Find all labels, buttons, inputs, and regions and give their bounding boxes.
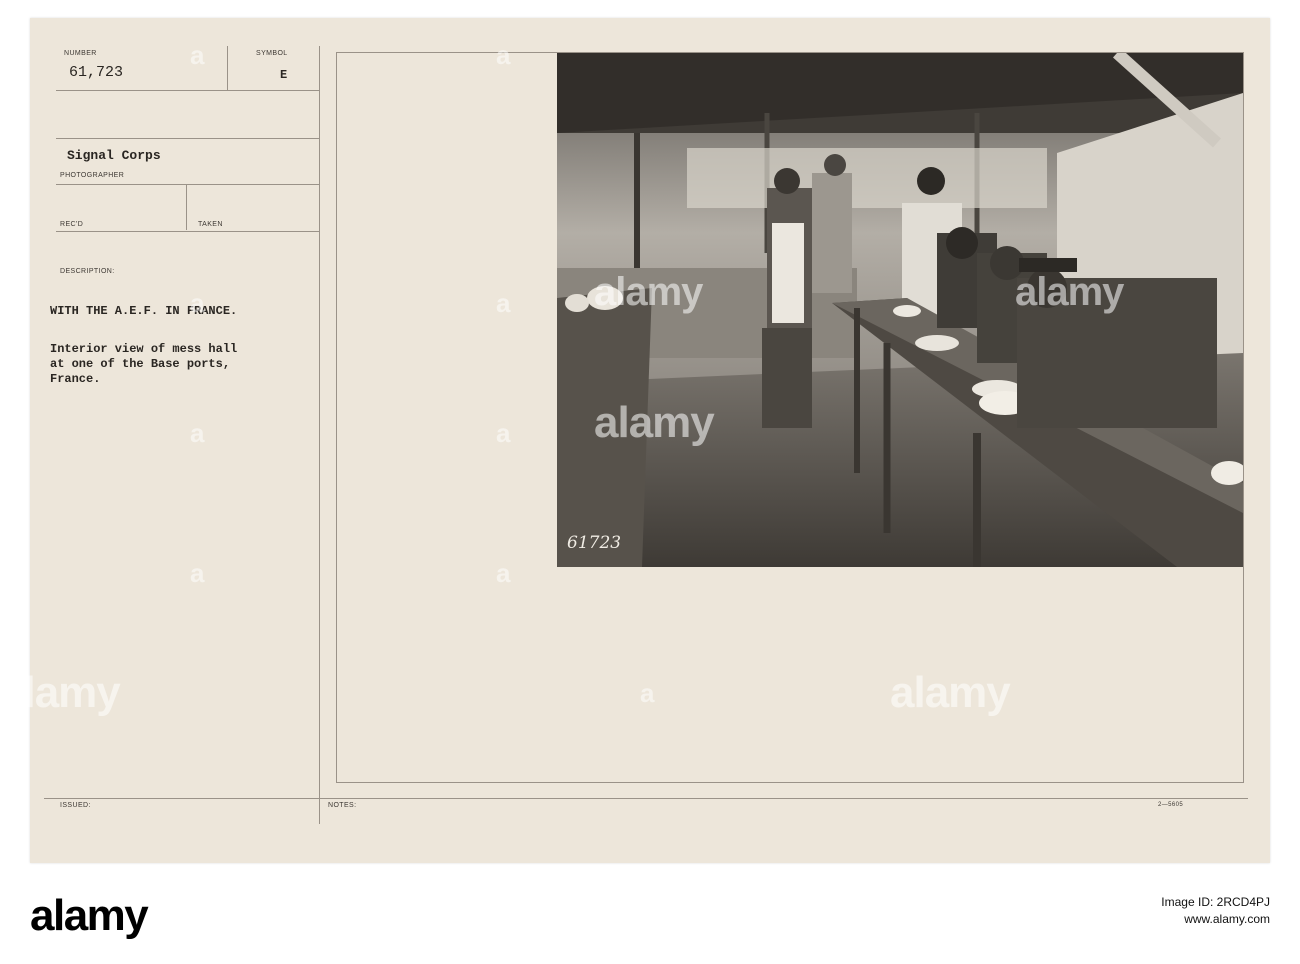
- symbol-value: E: [280, 68, 288, 82]
- recd-label: REC'D: [60, 221, 84, 228]
- frame-bottom: [336, 782, 1244, 783]
- divider: [56, 138, 319, 139]
- watermark-text: alamy: [594, 270, 703, 314]
- bottom-rule: [44, 798, 1248, 799]
- stock-footer: alamy Image ID: 2RCD4PJ www.alamy.com: [0, 874, 1300, 964]
- description-label: DESCRIPTION:: [60, 268, 115, 275]
- divider: [186, 184, 187, 230]
- watermark-text: alamy: [1015, 270, 1124, 314]
- site-link[interactable]: www.alamy.com: [1161, 911, 1270, 928]
- taken-label: TAKEN: [198, 221, 223, 228]
- frame-right: [1243, 52, 1244, 782]
- watermark-letter: a: [190, 558, 205, 588]
- column-divider: [319, 46, 320, 824]
- description-heading: WITH THE A.E.F. IN FRANCE.: [50, 304, 238, 318]
- photographer-value: Signal Corps: [67, 148, 161, 163]
- watermark-letter: a: [496, 40, 511, 70]
- photographer-label: PHOTOGRAPHER: [60, 172, 125, 179]
- archive-card: NUMBER 61,723 SYMBOL E Signal Corps PHOT…: [0, 18, 1270, 863]
- alamy-logo[interactable]: alamy: [30, 891, 149, 941]
- watermark-letter: a: [190, 288, 205, 318]
- description-text: Interior view of mess hall at one of the…: [50, 342, 238, 386]
- symbol-label: SYMBOL: [256, 50, 288, 57]
- divider: [56, 90, 319, 91]
- footer-info: Image ID: 2RCD4PJ www.alamy.com: [1161, 894, 1270, 928]
- issued-label: ISSUED:: [60, 802, 91, 809]
- watermark-letter: a: [190, 40, 205, 70]
- watermark-letter: a: [496, 288, 511, 318]
- form-code: 2—5605: [1158, 802, 1184, 808]
- watermark-text: alamy: [0, 668, 121, 717]
- watermark-letter: a: [640, 678, 655, 708]
- frame-left: [336, 52, 337, 782]
- notes-label: NOTES:: [328, 802, 357, 809]
- negative-number: 61723: [567, 533, 622, 553]
- watermark-letter: a: [496, 418, 511, 448]
- divider: [56, 184, 319, 185]
- divider: [56, 231, 319, 232]
- image-id: Image ID: 2RCD4PJ: [1161, 895, 1270, 909]
- watermark-text: alamy: [890, 668, 1011, 717]
- watermark-letter: a: [190, 418, 205, 448]
- divider: [227, 46, 228, 90]
- number-label: NUMBER: [64, 50, 97, 57]
- number-value: 61,723: [69, 64, 124, 81]
- watermark-letter: a: [496, 558, 511, 588]
- watermark-text: alamy: [594, 398, 715, 447]
